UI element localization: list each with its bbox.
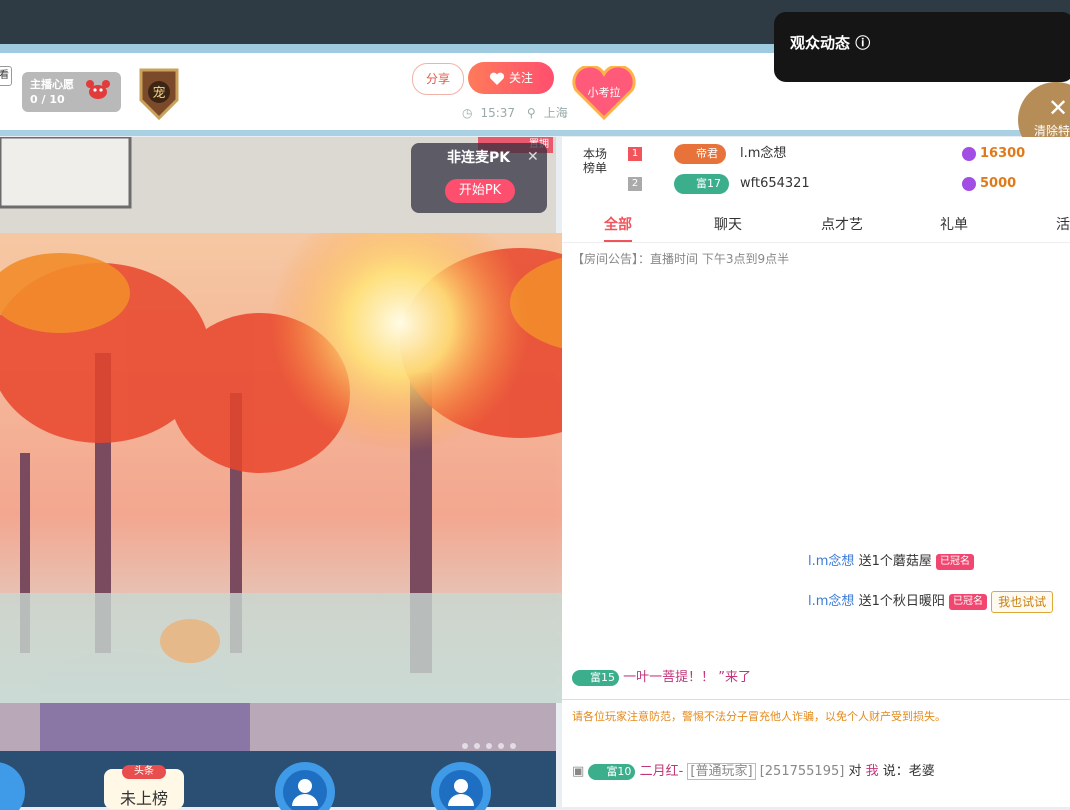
level-badge: 富10: [588, 763, 636, 780]
dynamics-title: 观众动态 ⓘ: [790, 34, 871, 52]
gift-user[interactable]: l.m念想: [808, 554, 854, 569]
seat-avatar-icon[interactable]: [0, 758, 30, 810]
named-chip: 已冠名: [935, 553, 974, 570]
rank-score: 5000: [962, 174, 1016, 194]
gift-text: 送1个蘑菇屋: [858, 554, 932, 569]
audience-dynamics-popup[interactable]: 观众动态 ⓘ: [774, 12, 1070, 82]
level-badge: 富15: [572, 669, 619, 686]
seat-avatar-icon[interactable]: [270, 758, 340, 810]
pk-panel[interactable]: 非连麦PK ✕ 开始PK: [411, 143, 547, 213]
anchor-wish-widget[interactable]: 主播心愿 0 / 10: [22, 72, 121, 112]
named-chip: 已冠名: [948, 593, 987, 610]
clock-icon: ◷: [462, 106, 473, 120]
wish-count: 0 / 10: [30, 93, 65, 106]
room-location: 上海: [543, 106, 568, 120]
rank-number: 1: [628, 147, 642, 161]
pk-title: 非连麦PK: [447, 150, 511, 166]
fraud-warning: 请各位玩家注意防范，警惕不法分子冒充他人诈骗，以免个人财产受到损失。: [572, 710, 946, 723]
level-badge: 富17: [674, 174, 729, 194]
level-badge: 帝君: [674, 144, 726, 164]
tab-gift-list[interactable]: 礼单: [934, 208, 974, 242]
rank-number: 2: [628, 177, 642, 191]
pet-shield-badge[interactable]: 宠: [135, 66, 183, 122]
chat-says: 说：老婆: [882, 764, 935, 779]
tab-all[interactable]: 全部: [592, 208, 644, 242]
room-notice: 【房间公告】：直播时间 下午3点到9点半: [572, 252, 790, 266]
close-icon: ✕: [1048, 94, 1069, 122]
pet-badge-text: 宠: [152, 85, 165, 101]
avatar-icon: ▣: [572, 764, 585, 779]
try-it-button[interactable]: 我也试试: [991, 590, 1054, 613]
chat-target: 我: [865, 764, 879, 779]
carousel-dots[interactable]: [462, 738, 522, 752]
chat-text: 一叶一菩提！！ ”来了: [623, 670, 752, 685]
share-button[interactable]: 分享: [412, 63, 464, 95]
rank-user-name[interactable]: l.m念想: [740, 144, 786, 164]
room-meta: ◷ 15:37 ⚲ 上海: [462, 104, 576, 121]
ranking-row[interactable]: 1 帝君 l.m念想 16300: [562, 141, 1070, 169]
ranking-row[interactable]: 2 富17 wft654321 5000: [562, 171, 1070, 199]
tab-activity[interactable]: 活动: [1050, 208, 1070, 242]
tab-talent[interactable]: 点才艺: [814, 208, 870, 242]
chat-user[interactable]: 二月红-: [640, 764, 684, 779]
user-role: [普通玩家]: [687, 763, 756, 780]
gift-text: 送1个秋日暖阳: [858, 594, 945, 609]
chat-message: 富15 一叶一菩提！！ ”来了: [572, 666, 751, 686]
heart-icon: [489, 72, 505, 85]
room-time: 15:37: [480, 106, 516, 120]
follow-label: 关注: [508, 71, 533, 85]
follow-button[interactable]: 关注: [468, 62, 554, 94]
coin-icon: [962, 146, 976, 161]
crab-icon: [86, 80, 110, 99]
pk-close-icon[interactable]: ✕: [527, 149, 539, 165]
wish-title: 主播心愿: [30, 78, 74, 91]
location-pin-icon: ⚲: [526, 106, 536, 120]
kaola-text: 小考拉: [588, 85, 621, 99]
chat-to: 对: [848, 764, 862, 779]
edge-tag: 看: [0, 66, 12, 86]
headline-rank-slot[interactable]: 头条 未上榜: [104, 765, 184, 809]
chat-tabs: 全部 聊天 点才艺 礼单 活动: [562, 208, 1070, 243]
coin-icon: [962, 176, 976, 191]
unranked-label: 未上榜: [119, 789, 168, 808]
user-id: [251755195]: [759, 764, 845, 779]
seat-avatar-icon[interactable]: [426, 758, 496, 810]
rank-user-name[interactable]: wft654321: [740, 174, 810, 194]
session-ranking[interactable]: 本场榜单 1 帝君 l.m念想 16300 2 富17 wft654321 50…: [562, 137, 1070, 202]
gift-message: l.m念想 送1个秋日暖阳 已冠名 我也试试: [808, 590, 1054, 613]
chat-message: ▣ 富10 二月红- [普通玩家] [251755195] 对 我 说：老婆: [572, 760, 935, 780]
gift-user[interactable]: l.m念想: [808, 594, 854, 609]
tab-chat[interactable]: 聊天: [708, 208, 748, 242]
divider: [562, 699, 1070, 700]
gift-message: l.m念想 送1个蘑菇屋 已冠名: [808, 550, 974, 570]
rank-score: 16300: [962, 144, 1025, 164]
start-pk-button[interactable]: 开始PK: [445, 179, 515, 203]
kaola-heart-badge[interactable]: 小考拉: [566, 66, 642, 120]
headline-tag: 头条: [122, 765, 166, 779]
